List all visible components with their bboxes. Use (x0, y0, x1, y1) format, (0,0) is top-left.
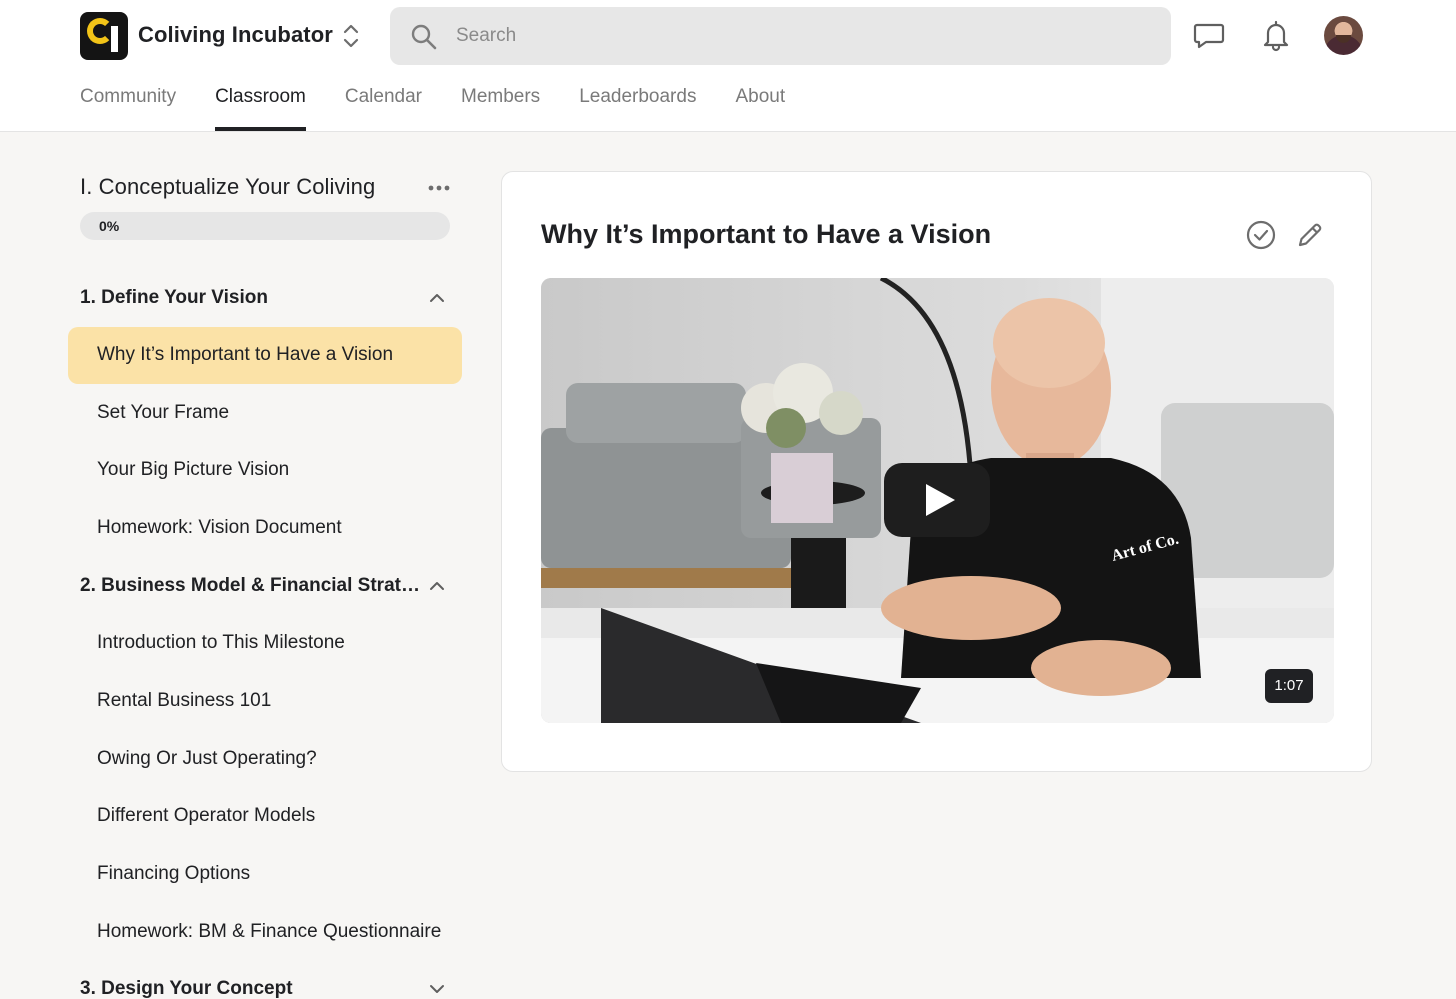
bell-icon[interactable] (1259, 18, 1293, 52)
tab-classroom[interactable]: Classroom (215, 84, 306, 132)
lesson-label: Homework: Vision Document (97, 517, 342, 538)
lesson-label: Set Your Frame (97, 402, 230, 423)
chevron-down-icon (430, 985, 444, 993)
lesson-label: Introduction to This Milestone (97, 632, 345, 653)
chevron-up-icon (430, 582, 444, 590)
tab-leaderboards[interactable]: Leaderboards (579, 84, 696, 132)
lesson-item[interactable]: Homework: Vision Document (68, 500, 462, 557)
video-duration: 1:07 (1265, 669, 1313, 703)
module-title: 2. Business Model & Financial Strat… (80, 575, 420, 596)
module-header-business-model[interactable]: 2. Business Model & Financial Strat… (80, 569, 454, 605)
module-header-design-your-concept[interactable]: 3. Design Your Concept (80, 972, 454, 999)
nav-tabs: Community Classroom Calendar Members Lea… (80, 84, 824, 132)
search-bar[interactable] (390, 7, 1171, 65)
lesson-label: Why It’s Important to Have a Vision (97, 344, 394, 365)
lesson-label: Homework: BM & Finance Questionnaire (97, 921, 442, 942)
lesson-item[interactable]: Owing Or Just Operating? (68, 731, 462, 788)
module-header-define-your-vision[interactable]: 1. Define Your Vision (80, 281, 454, 317)
community-logo[interactable] (80, 12, 128, 60)
play-button[interactable] (884, 463, 990, 537)
lesson-label: Owing Or Just Operating? (97, 748, 317, 769)
edit-pencil-icon[interactable] (1294, 219, 1326, 251)
tab-members[interactable]: Members (461, 84, 540, 132)
module-title: 3. Design Your Concept (80, 978, 293, 999)
logo-c-shape (87, 18, 113, 44)
tab-calendar[interactable]: Calendar (345, 84, 422, 132)
community-switcher-icon[interactable] (340, 22, 362, 50)
lesson-item[interactable]: Financing Options (68, 846, 462, 903)
lesson-item[interactable]: Introduction to This Milestone (68, 615, 462, 672)
tab-community[interactable]: Community (80, 84, 176, 132)
top-bar: Coliving Incubator Community Classroom C… (0, 0, 1456, 132)
search-input[interactable] (456, 17, 1146, 55)
course-title: I. Conceptualize Your Coliving (80, 174, 376, 199)
chat-icon[interactable] (1192, 18, 1226, 52)
lesson-label: Rental Business 101 (97, 690, 272, 711)
lesson-label: Different Operator Models (97, 805, 316, 826)
video-player[interactable]: Art of Co. 1:07 (541, 278, 1334, 723)
course-progress-bar: 0% (80, 212, 450, 240)
lesson-item[interactable]: Your Big Picture Vision (68, 442, 462, 499)
lesson-item-active[interactable]: Why It’s Important to Have a Vision (68, 327, 462, 384)
module-title: 1. Define Your Vision (80, 287, 268, 308)
lesson-item[interactable]: Different Operator Models (68, 788, 462, 845)
tab-about[interactable]: About (735, 84, 785, 132)
community-name[interactable]: Coliving Incubator (138, 22, 333, 48)
mark-complete-icon[interactable] (1245, 219, 1277, 251)
lesson-label: Financing Options (97, 863, 251, 884)
lesson-item[interactable]: Set Your Frame (68, 385, 462, 442)
avatar-beard-shape (1336, 35, 1351, 43)
progress-label: 0% (99, 218, 120, 234)
search-icon (411, 24, 437, 50)
lesson-item[interactable]: Homework: BM & Finance Questionnaire (68, 904, 462, 961)
logo-i-shape (111, 26, 118, 52)
lesson-label: Your Big Picture Vision (97, 459, 290, 480)
chevron-up-icon (430, 294, 444, 302)
lesson-item[interactable]: Rental Business 101 (68, 673, 462, 730)
lesson-title: Why It’s Important to Have a Vision (541, 219, 992, 249)
user-avatar[interactable] (1324, 16, 1363, 55)
more-options-icon[interactable] (426, 178, 452, 198)
lesson-card: Why It’s Important to Have a Vision Art … (501, 171, 1372, 772)
